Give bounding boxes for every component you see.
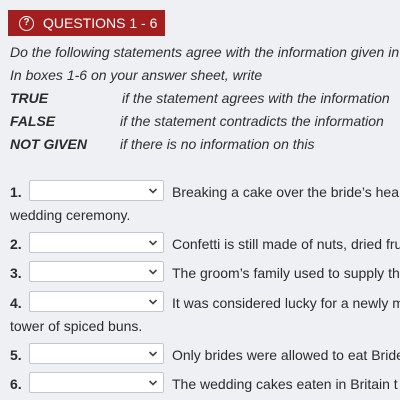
chevron-down-icon [148, 240, 158, 246]
question-5-number: 5. [10, 347, 22, 363]
chevron-down-icon [148, 380, 158, 386]
question-3-answer-select[interactable] [29, 261, 164, 282]
answer-key-not-given-label: NOT GIVEN [10, 136, 88, 152]
question-1-text: Breaking a cake over the bride’s hea [172, 184, 399, 200]
chevron-down-icon [148, 188, 158, 194]
instruction-line-1: Do the following statements agree with t… [10, 44, 400, 60]
answer-key-true-description: if the statement agrees with the informa… [122, 90, 390, 106]
questions-header-title: QUESTIONS 1 - 6 [43, 15, 158, 31]
question-6-answer-select[interactable] [29, 372, 164, 393]
question-6-number: 6. [10, 376, 22, 392]
question-3-text: The groom’s family used to supply th [172, 265, 400, 281]
question-1-text-continuation: wedding ceremony. [10, 207, 131, 223]
question-5-answer-select[interactable] [29, 343, 164, 364]
answer-key-false-label: FALSE [10, 113, 56, 129]
instruction-line-2: In boxes 1-6 on your answer sheet, write [10, 67, 263, 83]
questions-header: ? QUESTIONS 1 - 6 [8, 10, 165, 36]
answer-key-not-given-description: if there is no information on this [120, 136, 315, 152]
chevron-down-icon [148, 351, 158, 357]
chevron-down-icon [148, 299, 158, 305]
answer-key-false-description: if the statement contradicts the informa… [120, 113, 384, 129]
question-2-number: 2. [10, 236, 22, 252]
question-4-text-continuation: tower of spiced buns. [10, 318, 143, 334]
question-5-text: Only brides were allowed to eat Bride [172, 347, 400, 363]
question-1-number: 1. [10, 184, 22, 200]
chevron-down-icon [148, 269, 158, 275]
question-4-text: It was considered lucky for a newly m [172, 295, 400, 311]
question-circle-icon: ? [19, 15, 34, 31]
answer-key-true-label: TRUE [10, 90, 49, 106]
question-1-answer-select[interactable] [29, 180, 164, 201]
question-3-number: 3. [10, 265, 22, 281]
question-2-answer-select[interactable] [29, 232, 164, 253]
question-6-text: The wedding cakes eaten in Britain t [172, 376, 398, 392]
question-4-answer-select[interactable] [29, 291, 164, 312]
question-2-text: Confetti is still made of nuts, dried fr… [172, 236, 400, 252]
question-4-number: 4. [10, 295, 22, 311]
